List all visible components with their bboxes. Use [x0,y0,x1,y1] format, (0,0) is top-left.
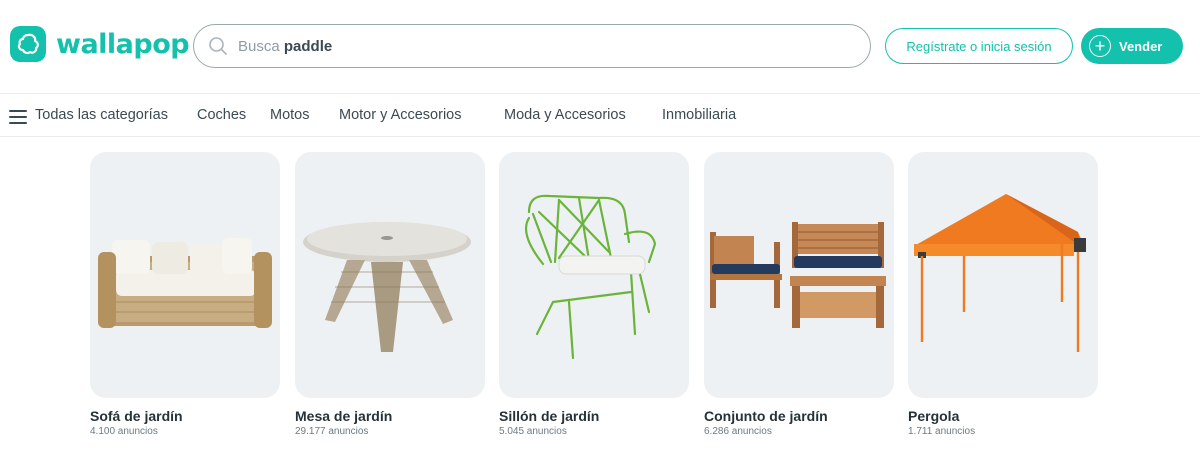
orange-canopy-tent-image [908,152,1098,398]
sell-label: Vender [1119,38,1163,54]
green-wire-armchair-image [499,152,689,398]
search-placeholder: Busca paddle [238,38,332,55]
register-login-button[interactable]: Regístrate o inicia sesión [885,28,1073,64]
category-count: 4.100 anuncios [90,426,158,437]
hamburger-menu-icon[interactable] [9,110,27,124]
category-title: Mesa de jardín [295,408,393,424]
wallapop-logo-icon [10,26,46,62]
category-title: Pergola [908,408,960,424]
category-nav: Todas las categorías Coches Motos Motor … [0,95,1200,137]
search-input[interactable]: Busca paddle [193,24,871,68]
category-count: 5.045 anuncios [499,426,567,437]
category-title: Conjunto de jardín [704,408,828,424]
nav-all-categories[interactable]: Todas las categorías [35,107,168,123]
header: wallapop Busca paddle Regístrate o inici… [0,0,1200,94]
nav-item-moda-accesorios[interactable]: Moda y Accesorios [504,107,626,123]
search-suggestion: paddle [283,37,333,55]
nav-item-motos[interactable]: Motos [270,107,310,123]
category-card-armchair[interactable]: Sillón de jardín 5.045 anuncios [499,152,689,437]
category-card-sofa[interactable]: Sofá de jardín 4.100 anuncios [90,152,280,437]
category-title: Sofá de jardín [90,408,183,424]
wallapop-logo[interactable]: wallapop [10,26,190,62]
category-card-garden-set[interactable]: Conjunto de jardín 6.286 anuncios [704,152,894,437]
category-card-pergola[interactable]: Pergola 1.711 anuncios [908,152,1098,437]
nav-item-coches[interactable]: Coches [197,107,246,123]
nav-item-inmobiliaria[interactable]: Inmobiliaria [662,107,736,123]
sell-button[interactable]: + Vender [1081,28,1183,64]
category-title: Sillón de jardín [499,408,600,424]
category-count: 29.177 anuncios [295,426,369,437]
plus-circle-icon: + [1089,35,1111,57]
brand-name: wallapop [56,28,190,60]
search-prefix: Busca [238,37,280,55]
round-rattan-table-image [295,152,485,398]
category-card-table[interactable]: Mesa de jardín 29.177 anuncios [295,152,485,437]
wooden-garden-set-image [704,152,894,398]
search-icon [208,36,228,56]
category-count: 6.286 anuncios [704,426,772,437]
category-count: 1.711 anuncios [908,426,976,437]
rattan-sofa-image [90,152,280,398]
nav-item-motor-accesorios[interactable]: Motor y Accesorios [339,107,462,123]
